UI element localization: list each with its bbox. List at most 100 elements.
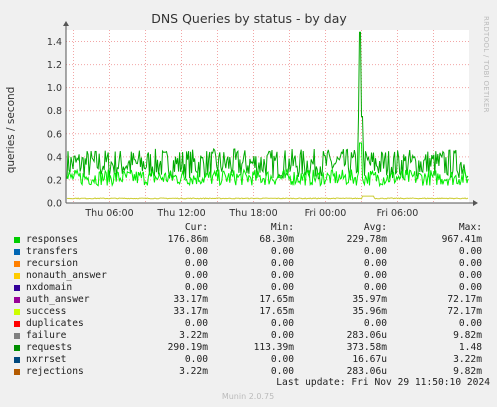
legend-cur: 0.00 — [184, 258, 208, 269]
legend-min: 0.00 — [270, 258, 294, 269]
legend-max: 72.17m — [447, 294, 482, 305]
legend-swatch — [14, 321, 20, 327]
legend-swatch — [14, 237, 20, 243]
last-update: Last update: Fri Nov 29 11:50:10 2024 — [276, 377, 490, 388]
legend-swatch — [14, 273, 20, 279]
legend-swatch — [14, 285, 20, 291]
legend-avg: 16.67u — [352, 354, 387, 365]
legend-swatch — [14, 309, 20, 315]
legend-swatch — [14, 345, 20, 351]
legend-header-cur: Cur: — [184, 222, 208, 233]
legend-max: 0.00 — [458, 258, 482, 269]
y-axis-label: queries / second — [5, 87, 17, 174]
legend-swatch — [14, 297, 20, 303]
legend-max: 0.00 — [458, 282, 482, 293]
legend: Cur: Min: Avg: Max: responses 176.86m 68.3… — [12, 222, 492, 378]
legend-header: Cur: Min: Avg: Max: — [12, 222, 492, 234]
legend-swatch — [14, 333, 20, 339]
legend-avg: 35.96m — [352, 306, 387, 317]
legend-avg: 0.00 — [363, 282, 387, 293]
y-tick-label: 1.4 — [47, 37, 62, 48]
legend-row: auth_answer 33.17m 17.65m 35.97m 72.17m — [12, 294, 492, 306]
y-tick-label: 0.6 — [47, 129, 62, 140]
legend-name: success — [26, 306, 67, 317]
legend-row: duplicates 0.00 0.00 0.00 0.00 — [12, 318, 492, 330]
legend-min: 0.00 — [270, 246, 294, 257]
legend-name: failure — [26, 330, 67, 341]
legend-name: rejections — [26, 366, 84, 377]
legend-row: responses 176.86m 68.30m 229.78m 967.41m — [12, 234, 492, 246]
y-tick-label: 1.2 — [47, 60, 62, 71]
legend-row: transfers 0.00 0.00 0.00 0.00 — [12, 246, 492, 258]
legend-swatch — [14, 357, 20, 363]
y-tick-label: 0.4 — [47, 152, 62, 163]
legend-cur: 0.00 — [184, 282, 208, 293]
legend-max: 0.00 — [458, 318, 482, 329]
legend-cur: 3.22m — [179, 330, 208, 341]
legend-row: nxdomain 0.00 0.00 0.00 0.00 — [12, 282, 492, 294]
legend-header-avg: Avg: — [363, 222, 387, 233]
legend-avg: 0.00 — [363, 270, 387, 281]
y-tick-label: 1.0 — [47, 83, 62, 94]
legend-min: 17.65m — [259, 306, 294, 317]
legend-cur: 33.17m — [173, 306, 208, 317]
x-tick-label: Thu 06:00 — [84, 208, 133, 219]
side-label: RRDTOOL / TOBI OETIKER — [482, 16, 490, 113]
legend-swatch — [14, 249, 20, 255]
legend-min: 0.00 — [270, 270, 294, 281]
legend-name: auth_answer — [26, 294, 90, 305]
legend-row: nxrrset 0.00 0.00 16.67u 3.22m — [12, 354, 492, 366]
legend-min: 68.30m — [259, 234, 294, 245]
legend-row: requests 290.19m 113.39m 373.58m 1.48 — [12, 342, 492, 354]
legend-cur: 3.22m — [179, 366, 208, 377]
legend-avg: 229.78m — [346, 234, 387, 245]
legend-name: nxrrset — [26, 354, 67, 365]
legend-row: success 33.17m 17.65m 35.96m 72.17m — [12, 306, 492, 318]
legend-row: failure 3.22m 0.00 283.06u 9.82m — [12, 330, 492, 342]
legend-avg: 0.00 — [363, 246, 387, 257]
legend-min: 0.00 — [270, 330, 294, 341]
legend-rows: responses 176.86m 68.30m 229.78m 967.41m tran… — [12, 234, 492, 378]
legend-min: 0.00 — [270, 282, 294, 293]
x-tick-label: Thu 18:00 — [228, 208, 277, 219]
legend-min: 0.00 — [270, 318, 294, 329]
legend-avg: 283.06u — [346, 330, 387, 341]
x-tick-label: Fri 00:00 — [305, 208, 347, 219]
legend-cur: 290.19m — [167, 342, 208, 353]
legend-max: 0.00 — [458, 270, 482, 281]
legend-swatch — [14, 261, 20, 267]
legend-cur: 176.86m — [167, 234, 208, 245]
legend-name: requests — [26, 342, 73, 353]
chart-title: DNS Queries by status - by day — [151, 11, 347, 26]
legend-swatch — [14, 369, 20, 375]
legend-avg: 0.00 — [363, 318, 387, 329]
legend-min: 113.39m — [253, 342, 294, 353]
legend-max: 9.82m — [453, 330, 482, 341]
y-tick-label: 0.0 — [47, 199, 62, 210]
legend-avg: 373.58m — [346, 342, 387, 353]
legend-header-max: Max: — [458, 222, 482, 233]
legend-avg: 35.97m — [352, 294, 387, 305]
legend-name: transfers — [26, 246, 78, 257]
footer-version: Munin 2.0.75 — [222, 392, 274, 401]
x-tick-label: Thu 12:00 — [156, 208, 205, 219]
legend-min: 17.65m — [259, 294, 294, 305]
legend-avg: 0.00 — [363, 258, 387, 269]
y-tick-label: 0.8 — [47, 106, 62, 117]
legend-row: nonauth_answer 0.00 0.00 0.00 0.00 — [12, 270, 492, 282]
legend-max: 0.00 — [458, 246, 482, 257]
legend-header-min: Min: — [270, 222, 294, 233]
legend-min: 0.00 — [270, 354, 294, 365]
y-tick-label: 0.2 — [47, 175, 62, 186]
legend-cur: 0.00 — [184, 270, 208, 281]
legend-name: nxdomain — [26, 282, 73, 293]
legend-name: duplicates — [26, 318, 84, 329]
legend-max: 72.17m — [447, 306, 482, 317]
legend-name: recursion — [26, 258, 78, 269]
legend-cur: 0.00 — [184, 246, 208, 257]
legend-name: nonauth_answer — [26, 270, 107, 281]
legend-name: responses — [26, 234, 78, 245]
legend-max: 1.48 — [458, 342, 482, 353]
legend-max: 3.22m — [453, 354, 482, 365]
legend-cur: 33.17m — [173, 294, 208, 305]
